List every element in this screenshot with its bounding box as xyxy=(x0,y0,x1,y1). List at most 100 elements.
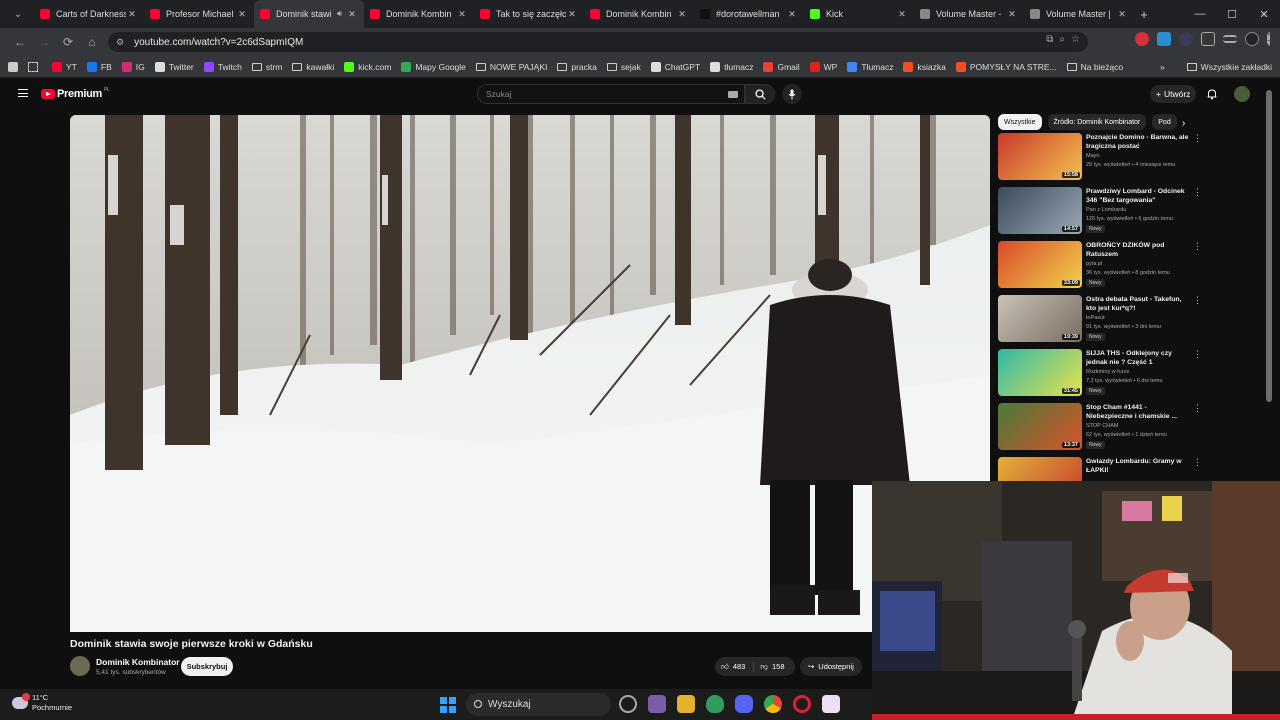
tab-close-icon[interactable]: ✕ xyxy=(1116,9,1128,20)
extension-icon[interactable] xyxy=(1179,32,1193,46)
menu-icon[interactable] xyxy=(18,89,28,97)
recommended-video-title[interactable]: Poznajcie Domino - Barwna, ale tragiczna… xyxy=(1086,133,1190,151)
recommended-video[interactable]: 15:58 Poznajcie Domino - Barwna, ale trag… xyxy=(998,133,1202,183)
recommended-video-title[interactable]: Stop Cham #1441 - Niebezpieczne i chamsk… xyxy=(1086,403,1190,421)
bookmark-item[interactable]: kawałki xyxy=(292,62,334,72)
browser-tab[interactable]: Dominik stawi 🔊︎ ✕ xyxy=(254,0,364,28)
bookmark-item[interactable]: Mapy Google xyxy=(401,61,466,72)
chevron-right-icon[interactable]: › xyxy=(1182,118,1185,129)
recommended-channel[interactable]: Mayo xyxy=(1086,153,1099,159)
forward-button[interactable]: → xyxy=(32,35,56,49)
tab-close-icon[interactable]: ✕ xyxy=(456,9,468,20)
dislike-button[interactable]: 👎︎ 158 xyxy=(754,662,784,672)
bookmark-item[interactable]: NOWE PAJĄKI xyxy=(475,62,547,72)
video-thumbnail[interactable]: 19:39 xyxy=(998,295,1082,342)
file-explorer-icon[interactable] xyxy=(677,695,695,713)
video-thumbnail[interactable]: 31:45 xyxy=(998,349,1082,396)
new-tab-button[interactable]: + xyxy=(1134,7,1154,22)
bookmark-item[interactable]: strm xyxy=(251,62,282,72)
video-thumbnail[interactable]: 13:37 xyxy=(998,403,1082,450)
recommended-channel[interactable]: Pan z Lombardu xyxy=(1086,207,1126,213)
bookmark-item[interactable]: Twitch xyxy=(203,61,242,72)
bookmark-item[interactable]: YT xyxy=(52,61,77,72)
close-window-button[interactable]: ✕ xyxy=(1248,0,1280,28)
account-avatar[interactable] xyxy=(1234,86,1250,102)
more-options-icon[interactable]: ⋮ xyxy=(1193,133,1202,144)
notifications-bell-icon[interactable] xyxy=(1206,88,1218,100)
minimize-button[interactable]: — xyxy=(1184,0,1216,28)
browser-tab[interactable]: Carts of Darkness ✕ xyxy=(34,0,144,28)
tab-close-icon[interactable]: ✕ xyxy=(786,9,798,20)
browser-tab[interactable]: #dorotawellman ✕ xyxy=(694,0,804,28)
browser-tab[interactable]: Dominik Kombin ✕ xyxy=(584,0,694,28)
tab-close-icon[interactable]: ✕ xyxy=(346,9,358,20)
video-player[interactable] xyxy=(70,115,990,632)
shield-app-icon[interactable] xyxy=(706,695,724,713)
extension-icon[interactable] xyxy=(1157,32,1171,46)
photos-app-icon[interactable] xyxy=(648,695,666,713)
youtube-premium-logo[interactable]: Premium PL xyxy=(41,87,110,100)
back-button[interactable]: ← xyxy=(8,35,32,49)
weather-widget[interactable]: 11°C Pochmurnie xyxy=(12,693,72,713)
bookmark-item[interactable]: ksiazka xyxy=(903,61,946,72)
tab-close-icon[interactable]: ✕ xyxy=(896,9,908,20)
recommended-video[interactable]: 31:45 SIJJA THS - Odklejony czy jednak ni… xyxy=(998,349,1202,399)
bookmark-item[interactable]: WP xyxy=(809,61,837,72)
more-options-icon[interactable]: ⋮ xyxy=(1193,349,1202,360)
apps-icon[interactable] xyxy=(8,61,18,72)
home-button[interactable]: ⌂ xyxy=(80,35,104,49)
bookmark-item[interactable]: Na bieżąco xyxy=(1066,62,1123,72)
bookmark-item[interactable]: pracka xyxy=(557,62,597,72)
discord-icon[interactable] xyxy=(735,695,753,713)
recommended-channel[interactable]: pyta.pl xyxy=(1086,261,1102,267)
install-app-icon[interactable]: ⧉ xyxy=(1046,34,1053,45)
taskbar-search[interactable]: Wyszukaj xyxy=(466,693,611,716)
voice-search-button[interactable] xyxy=(782,84,802,104)
bookmark-item[interactable]: ChatGPT xyxy=(650,61,700,72)
recommended-video-title[interactable]: Ostra debata Pasut - Takefun, kto jest k… xyxy=(1086,295,1190,313)
channel-name[interactable]: Dominik Kombinator xyxy=(96,657,180,667)
recommended-video[interactable]: 33:09 OBROŃCY DZIKÓW pod Ratuszem ⋮ pyta.pl… xyxy=(998,241,1202,291)
more-options-icon[interactable]: ⋮ xyxy=(1193,187,1202,198)
browser-tab[interactable]: Profesor Michael ✕ xyxy=(144,0,254,28)
record-extension-icon[interactable] xyxy=(1135,32,1149,46)
chrome-menu-icon[interactable] xyxy=(1267,32,1270,46)
page-scrollbar[interactable] xyxy=(1266,90,1272,402)
create-button[interactable]: + Utwórz xyxy=(1150,85,1197,103)
recommended-channel[interactable]: toPasut xyxy=(1086,315,1105,321)
browser-tab[interactable]: Tak to się zaczęło ✕ xyxy=(474,0,584,28)
video-thumbnail[interactable]: 33:09 xyxy=(998,241,1082,288)
recommended-video[interactable]: 13:37 Stop Cham #1441 - Niebezpieczne i c… xyxy=(998,403,1202,453)
windows-start-icon[interactable] xyxy=(440,697,456,713)
bookmark-item[interactable]: kick.com xyxy=(344,61,391,72)
more-options-icon[interactable]: ⋮ xyxy=(1193,241,1202,252)
more-options-icon[interactable]: ⋮ xyxy=(1193,403,1202,414)
all-bookmarks-link[interactable]: Wszystkie zakładki xyxy=(1201,62,1272,72)
bookmark-item[interactable]: tłumacz xyxy=(710,61,753,72)
recommended-video-title[interactable]: Gwiazdy Lombardu: Gramy w ŁAPKI! xyxy=(1086,457,1190,475)
bookmark-item[interactable]: FB xyxy=(86,61,112,72)
recommended-channel[interactable]: STOP CHAM xyxy=(1086,423,1119,429)
bookmark-item[interactable]: Gmail xyxy=(763,61,800,72)
tab-close-icon[interactable]: ✕ xyxy=(1006,9,1018,20)
app-icon[interactable] xyxy=(822,695,840,713)
channel-avatar[interactable] xyxy=(70,656,90,676)
recommended-video-title[interactable]: SIJJA THS - Odklejony czy jednak nie ? C… xyxy=(1086,349,1190,367)
tab-close-icon[interactable]: ✕ xyxy=(676,9,688,20)
reading-list-icon[interactable] xyxy=(1223,35,1237,43)
tab-search-menu[interactable]: ⌄ xyxy=(8,4,28,24)
video-thumbnail[interactable]: 15:58 xyxy=(998,133,1082,180)
search-button[interactable] xyxy=(745,84,775,104)
search-input[interactable]: Szukaj xyxy=(477,84,745,104)
tab-close-icon[interactable]: ✕ xyxy=(566,9,578,20)
recommended-video-title[interactable]: Prawdziwy Lombard - Odcinek 346 "Bez tar… xyxy=(1086,187,1190,205)
recommended-video-title[interactable]: OBROŃCY DZIKÓW pod Ratuszem xyxy=(1086,241,1190,259)
bookmark-item[interactable]: IG xyxy=(121,61,145,72)
site-info-icon[interactable]: ⚙ xyxy=(116,37,124,48)
browser-tab[interactable]: Volume Master - ✕ xyxy=(914,0,1024,28)
share-button[interactable]: ↪ Udostępnij xyxy=(800,657,862,676)
bookmark-item[interactable]: sejak xyxy=(606,62,641,72)
browser-tab[interactable]: Volume Master | ✕ xyxy=(1024,0,1134,28)
reload-button[interactable]: ⟳ xyxy=(56,35,80,49)
filter-chip[interactable]: Pod xyxy=(1152,114,1177,130)
